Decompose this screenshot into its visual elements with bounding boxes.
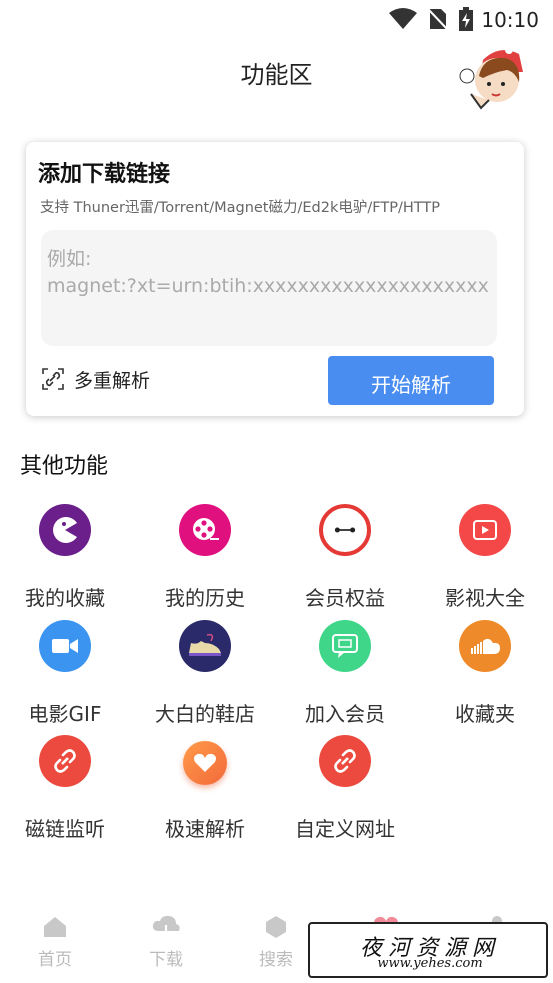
battery-charging-icon	[459, 7, 473, 31]
pacman-icon	[39, 504, 91, 556]
link-input[interactable]: 例如: magnet:?xt=urn:btih:xxxxxxxxxxxxxxxx…	[41, 230, 497, 346]
tab-download[interactable]: 下载	[131, 915, 201, 970]
link-input-placeholder: 例如: magnet:?xt=urn:btih:xxxxxxxxxxxxxxxx…	[47, 248, 489, 297]
hexagon-icon	[266, 916, 286, 938]
feature-item[interactable]: 大白的鞋店	[136, 620, 274, 730]
feature-item[interactable]: 我的历史	[136, 504, 274, 614]
feature-item[interactable]: 收藏夹	[416, 620, 553, 730]
feature-item-label: 收藏夹	[455, 702, 515, 726]
heart-badge-icon	[183, 741, 227, 785]
feature-item[interactable]: 我的收藏	[0, 504, 134, 614]
watermark: 夜河资源网 www.yehes.com	[308, 922, 548, 978]
video-icon	[459, 504, 511, 556]
feature-item-label: 大白的鞋店	[155, 702, 255, 726]
status-time: 10:10	[481, 8, 539, 32]
feature-item-label: 电影GIF	[28, 702, 102, 726]
tab-home[interactable]: 首页	[20, 915, 90, 970]
baymax-icon	[319, 504, 371, 556]
chat-icon	[319, 620, 371, 672]
card-subtitle: 支持 Thuner迅雷/Torrent/Magnet磁力/Ed2k电驴/FTP/…	[40, 200, 440, 216]
page-title: 功能区	[240, 61, 313, 89]
feature-item[interactable]: 会员权益	[276, 504, 414, 614]
feature-item-label: 会员权益	[305, 586, 385, 610]
camera-icon	[39, 620, 91, 672]
feature-item-label: 极速解析	[165, 817, 245, 841]
shoe-icon	[179, 620, 231, 672]
feature-item-label: 影视大全	[445, 586, 525, 610]
film-reel-icon	[179, 504, 231, 556]
feature-item-label: 磁链监听	[25, 817, 105, 841]
tab-download-label: 下载	[149, 950, 183, 970]
multi-parse-label: 多重解析	[74, 369, 151, 392]
download-link-card: 添加下载链接 支持 Thuner迅雷/Torrent/Magnet磁力/Ed2k…	[26, 142, 524, 416]
section-title-other-features: 其他功能	[20, 454, 109, 479]
start-parse-button[interactable]: 开始解析	[328, 356, 494, 405]
cloud-download-icon	[152, 915, 180, 939]
feature-item-label: 加入会员	[305, 702, 385, 726]
home-icon	[44, 917, 66, 937]
soundcloud-icon	[459, 620, 511, 672]
no-sim-icon	[428, 9, 448, 30]
link-scan-icon	[42, 368, 64, 390]
wifi-icon	[389, 8, 417, 29]
link-icon	[319, 735, 371, 787]
feature-item[interactable]: 自定义网址	[276, 735, 414, 845]
feature-item[interactable]: 影视大全	[416, 504, 553, 614]
feature-item[interactable]: 电影GIF	[0, 620, 134, 730]
tab-search[interactable]: 搜索	[241, 915, 311, 970]
card-title: 添加下载链接	[38, 162, 171, 187]
feature-item-label: 我的收藏	[25, 586, 105, 610]
status-bar: 10:10	[0, 0, 553, 38]
feature-item[interactable]: 极速解析	[136, 735, 274, 845]
multi-parse-toggle[interactable]: 多重解析	[42, 364, 150, 394]
feature-item[interactable]: 磁链监听	[0, 735, 134, 845]
tab-search-label: 搜索	[259, 950, 293, 970]
tab-home-label: 首页	[38, 950, 72, 970]
feature-item[interactable]: 加入会员	[276, 620, 414, 730]
avatar[interactable]	[459, 42, 531, 114]
link-icon	[39, 735, 91, 787]
feature-item-label: 我的历史	[165, 586, 245, 610]
watermark-url: www.yehes.com	[377, 956, 483, 971]
feature-item-label: 自定义网址	[295, 817, 395, 841]
